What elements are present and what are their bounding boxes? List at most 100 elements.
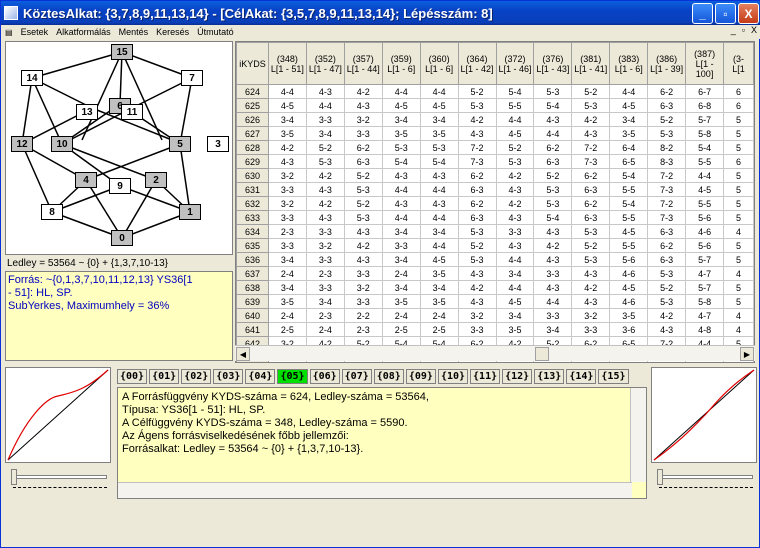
table-cell[interactable]: 5-3 <box>305 154 345 169</box>
row-header[interactable]: 641 <box>236 322 269 337</box>
table-cell[interactable]: 5-8 <box>685 294 725 309</box>
table-cell[interactable]: 7-3 <box>457 154 497 169</box>
table-cell[interactable]: 3-2 <box>267 168 307 183</box>
table-cell[interactable]: 4-4 <box>419 84 459 99</box>
column-header[interactable]: (386) L[1 - 39] <box>647 42 687 85</box>
table-cell[interactable]: 5-3 <box>495 154 535 169</box>
column-header[interactable]: (383) L[1 - 6] <box>609 42 649 85</box>
graph-node[interactable]: 4 <box>75 172 97 188</box>
table-cell[interactable]: 4-5 <box>609 280 649 295</box>
tab-subset[interactable]: {02} <box>181 369 212 384</box>
mdi-close-button[interactable]: X <box>751 25 757 35</box>
table-cell[interactable]: 4-5 <box>495 126 535 141</box>
table-cell[interactable]: 6-3 <box>343 154 383 169</box>
table-cell[interactable]: 5-5 <box>609 238 649 253</box>
table-cell[interactable]: 7-3 <box>647 210 687 225</box>
table-cell[interactable]: 5-2 <box>571 84 611 99</box>
table-cell[interactable]: 3-5 <box>267 294 307 309</box>
table-cell[interactable]: 4-3 <box>533 112 573 127</box>
table-cell[interactable]: 8-2 <box>647 140 687 155</box>
table-cell[interactable]: 5 <box>723 210 754 225</box>
table-cell[interactable]: 4 <box>723 322 754 337</box>
table-cell[interactable]: 3-4 <box>381 224 421 239</box>
table-cell[interactable]: 3-2 <box>457 308 497 323</box>
table-cell[interactable]: 5-3 <box>533 84 573 99</box>
table-cell[interactable]: 5-5 <box>685 196 725 211</box>
table-cell[interactable]: 6-2 <box>647 238 687 253</box>
table-cell[interactable]: 2-4 <box>381 308 421 323</box>
title-bar[interactable]: KöztesAlkat: {3,7,8,9,11,13,14} - [CélAk… <box>1 1 760 25</box>
table-cell[interactable]: 4-4 <box>685 168 725 183</box>
table-cell[interactable]: 4-4 <box>609 84 649 99</box>
column-header[interactable]: (387) L[1 - 100] <box>685 42 725 85</box>
table-cell[interactable]: 6-3 <box>533 154 573 169</box>
table-cell[interactable]: 4-2 <box>343 238 383 253</box>
table-cell[interactable]: 4-3 <box>343 224 383 239</box>
row-header[interactable]: 628 <box>236 140 269 155</box>
column-header[interactable]: (360) L[1 - 6] <box>419 42 459 85</box>
table-cell[interactable]: 4-2 <box>495 168 535 183</box>
table-cell[interactable]: 5-3 <box>457 224 497 239</box>
row-header[interactable]: 635 <box>236 238 269 253</box>
table-cell[interactable]: 6-2 <box>571 168 611 183</box>
menu-kereses[interactable]: Keresés <box>152 27 193 37</box>
table-cell[interactable]: 2-3 <box>305 266 345 281</box>
table-cell[interactable]: 3-4 <box>305 294 345 309</box>
table-cell[interactable]: 6-2 <box>571 196 611 211</box>
column-header[interactable]: (359) L[1 - 6] <box>381 42 421 85</box>
table-cell[interactable]: 5-4 <box>685 140 725 155</box>
table-cell[interactable]: 4-5 <box>419 98 459 113</box>
table-cell[interactable]: 4-2 <box>305 168 345 183</box>
table-cell[interactable]: 5-5 <box>685 154 725 169</box>
column-header[interactable]: (364) L[1 - 42] <box>457 42 497 85</box>
table-cell[interactable]: 5-2 <box>533 168 573 183</box>
table-cell[interactable]: 4-7 <box>685 266 725 281</box>
document-icon[interactable]: ▤ <box>1 28 17 37</box>
table-cell[interactable]: 2-5 <box>381 322 421 337</box>
table-cell[interactable]: 5 <box>723 196 754 211</box>
table-cell[interactable]: 5 <box>723 168 754 183</box>
table-cell[interactable]: 2-3 <box>305 308 345 323</box>
close-button[interactable]: X <box>738 3 759 24</box>
table-cell[interactable]: 7-3 <box>571 154 611 169</box>
column-header[interactable]: (372) L[1 - 46] <box>495 42 535 85</box>
table-cell[interactable]: 5-3 <box>647 294 687 309</box>
table-cell[interactable]: 6-8 <box>685 98 725 113</box>
table-cell[interactable]: 4 <box>723 266 754 281</box>
table-cell[interactable]: 3-3 <box>343 266 383 281</box>
table-cell[interactable]: 4-4 <box>267 84 307 99</box>
table-cell[interactable]: 4-4 <box>495 252 535 267</box>
table-cell[interactable]: 4-4 <box>533 126 573 141</box>
table-row[interactable]: 637 2-4 2-3 3-3 2-4 3-5 4-3 3-4 3-3 4-3 4-6 5-3 4-7 4 <box>236 266 754 281</box>
table-cell[interactable]: 6-3 <box>457 210 497 225</box>
table-cell[interactable]: 2-4 <box>267 308 307 323</box>
table-row[interactable]: 635 3-3 3-2 4-2 3-3 4-4 5-2 4-3 4-2 5-2 5-5 6-2 5-6 5 <box>236 238 754 253</box>
table-cell[interactable]: 6-2 <box>457 168 497 183</box>
table-cell[interactable]: 6-5 <box>609 154 649 169</box>
table-cell[interactable]: 4-2 <box>571 280 611 295</box>
table-cell[interactable]: 5-3 <box>533 182 573 197</box>
menu-utmutato[interactable]: Útmutató <box>193 27 238 37</box>
table-cell[interactable]: 3-3 <box>533 308 573 323</box>
table-cell[interactable]: 5-2 <box>571 238 611 253</box>
table-cell[interactable]: 3-3 <box>305 112 345 127</box>
table-cell[interactable]: 4-5 <box>381 98 421 113</box>
table-cell[interactable]: 5-2 <box>305 140 345 155</box>
table-cell[interactable]: 5-4 <box>381 154 421 169</box>
table-cell[interactable]: 4-3 <box>495 182 535 197</box>
table-row[interactable]: 625 4-5 4-4 4-3 4-5 4-5 5-3 5-5 5-4 5-3 4-5 6-3 6-8 6 <box>236 98 754 113</box>
table-cell[interactable]: 4-3 <box>533 224 573 239</box>
table-cell[interactable]: 2-5 <box>267 322 307 337</box>
table-cell[interactable]: 5 <box>723 252 754 267</box>
tab-subset[interactable]: {12} <box>502 369 533 384</box>
table-cell[interactable]: 4-3 <box>571 126 611 141</box>
table-cell[interactable]: 6-3 <box>647 224 687 239</box>
table-cell[interactable]: 4-4 <box>419 238 459 253</box>
mdi-restore-button[interactable]: ▫ <box>742 25 745 35</box>
graph-node[interactable]: 10 <box>51 136 73 152</box>
graph-node[interactable]: 9 <box>109 178 131 194</box>
table-cell[interactable]: 4-4 <box>381 182 421 197</box>
table-cell[interactable]: 4-3 <box>381 196 421 211</box>
table-cell[interactable]: 5-6 <box>685 210 725 225</box>
table-row[interactable]: 639 3-5 3-4 3-3 3-5 3-5 4-3 4-5 4-4 4-3 4-6 5-3 5-8 5 <box>236 294 754 309</box>
